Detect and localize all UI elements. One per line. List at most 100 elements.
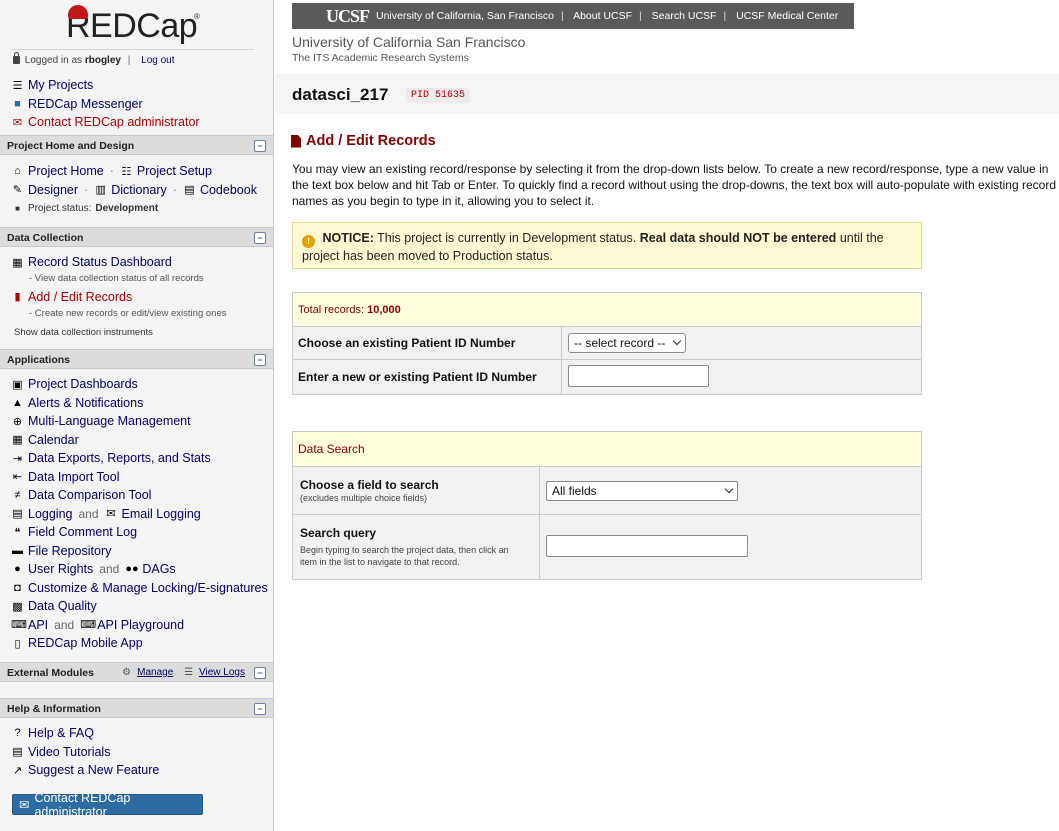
book-icon: ▥ <box>95 184 106 197</box>
institution-subtitle: The ITS Academic Research Systems <box>292 52 469 64</box>
collapse-button[interactable]: − <box>254 232 266 244</box>
video-tutorials-link[interactable]: Video Tutorials <box>28 745 110 759</box>
status-value: Development <box>95 202 159 214</box>
contact-admin-button[interactable]: ✉ Contact REDCap administrator <box>12 791 203 819</box>
and-text: and <box>54 617 75 632</box>
alerts-link[interactable]: Alerts & Notifications <box>28 396 143 410</box>
record-status-dashboard-link[interactable]: Record Status Dashboard <box>28 255 172 269</box>
dictionary-link[interactable]: Dictionary <box>111 183 167 197</box>
suggest-feature-link[interactable]: Suggest a New Feature <box>28 763 159 777</box>
total-records-value: 10,000 <box>367 303 401 316</box>
file-repository-link[interactable]: File Repository <box>28 544 111 558</box>
ucsf-link-search[interactable]: Search UCSF <box>652 10 717 22</box>
project-setup-link[interactable]: Project Setup <box>137 164 212 178</box>
my-projects-label[interactable]: My Projects <box>28 78 93 92</box>
project-title: datasci_217 <box>292 85 389 104</box>
mlm-link[interactable]: Multi-Language Management <box>28 414 191 428</box>
logging-link[interactable]: Logging <box>28 507 73 521</box>
add-edit-records-link[interactable]: Add / Edit Records <box>28 290 132 304</box>
mobile-app-link[interactable]: REDCap Mobile App <box>28 636 143 650</box>
ucsf-link-medical-center[interactable]: UCSF Medical Center <box>736 10 838 22</box>
laptop-icon: ⌨ <box>11 619 27 632</box>
add-edit-subtext: - Create new records or edit/view existi… <box>29 307 227 319</box>
notice-label: NOTICE: <box>322 231 374 245</box>
development-notice: ! NOTICE: This project is currently in D… <box>292 222 922 269</box>
record-id-input[interactable] <box>568 364 709 387</box>
contact-admin-link[interactable]: ✉ Contact REDCap administrator <box>11 113 200 132</box>
calendar-link[interactable]: Calendar <box>28 433 79 447</box>
collapse-button[interactable]: − <box>254 703 266 715</box>
section-title: External Modules <box>7 667 94 679</box>
import-link[interactable]: Data Import Tool <box>28 470 119 484</box>
notice-bold: Real data should NOT be entered <box>639 231 837 245</box>
collapse-button[interactable]: − <box>254 354 266 366</box>
project-dashboards-link[interactable]: Project Dashboards <box>28 377 138 391</box>
dags-link[interactable]: DAGs <box>142 562 175 576</box>
share-icon: ↗ <box>12 764 23 777</box>
field-comment-link[interactable]: Field Comment Log <box>28 525 137 539</box>
record-select[interactable]: -- select record -- <box>568 333 686 353</box>
collapse-button[interactable]: − <box>254 140 266 152</box>
and-text: and <box>99 562 120 577</box>
exports-link[interactable]: Data Exports, Reports, and Stats <box>28 451 211 465</box>
contact-admin-label[interactable]: Contact REDCap administrator <box>28 115 200 129</box>
envelope-icon: ✉ <box>19 798 30 812</box>
enter-record-label: Enter a new or existing Patient ID Numbe… <box>292 359 562 395</box>
user-rights-link[interactable]: User Rights <box>28 562 93 576</box>
messenger-link[interactable]: ■ REDCap Messenger <box>11 95 200 114</box>
project-home-link[interactable]: Project Home <box>28 164 104 178</box>
record-select-value: -- select record -- <box>574 336 666 350</box>
data-quality-link[interactable]: Data Quality <box>28 599 97 613</box>
mail-log-icon: ✉ <box>106 508 116 521</box>
show-instruments-link[interactable]: Show data collection instruments <box>11 320 226 344</box>
section-data-collection: Data Collection − <box>0 227 273 247</box>
choose-record-label: Choose an existing Patient ID Number <box>292 326 562 360</box>
section-help-information: Help & Information − <box>0 698 273 718</box>
divider <box>12 49 254 50</box>
locking-link[interactable]: Customize & Manage Locking/E-signatures <box>28 581 268 595</box>
intro-text: You may view an existing record/response… <box>292 162 1056 208</box>
api-playground-link[interactable]: API Playground <box>97 618 184 632</box>
globe-icon: ⊕ <box>12 415 23 428</box>
ucsf-link-university[interactable]: University of California, San Francisco <box>376 10 554 22</box>
messenger-label[interactable]: REDCap Messenger <box>28 97 143 111</box>
institution-name: University of California San Francisco <box>292 34 526 50</box>
api-link[interactable]: API <box>28 618 48 632</box>
codebook-link[interactable]: Codebook <box>200 183 257 197</box>
view-logs-link[interactable]: View Logs <box>199 667 245 678</box>
bell-icon: ▲ <box>12 396 23 409</box>
help-faq-link[interactable]: Help & FAQ <box>28 726 94 740</box>
manage-link[interactable]: Manage <box>137 667 173 678</box>
search-field-select[interactable]: All fields <box>546 480 738 501</box>
laptop-code-icon: ⌨ <box>80 619 97 632</box>
logo-registered-mark: ® <box>194 12 200 21</box>
my-projects-link[interactable]: ☰ My Projects <box>11 76 200 95</box>
login-prefix: Logged in as <box>24 55 83 66</box>
search-query-input[interactable] <box>546 534 748 557</box>
ucsf-link-about[interactable]: About UCSF <box>573 10 632 22</box>
cubes-icon: ⚙ <box>122 667 132 678</box>
lock-icon: ◘ <box>14 581 21 594</box>
square-icon: ■ <box>15 203 20 213</box>
comparison-link[interactable]: Data Comparison Tool <box>28 488 151 502</box>
contact-admin-button-label: Contact REDCap administrator <box>34 790 131 819</box>
data-search-table: Data Search Choose a field to search (ex… <box>292 431 922 580</box>
logout-link[interactable]: Log out <box>141 55 174 66</box>
ucsf-logo[interactable]: UCSF <box>326 6 370 27</box>
redcap-logo[interactable]: REDCap ® <box>66 5 200 46</box>
chevron-down-icon <box>724 484 734 493</box>
home-icon: ⌂ <box>14 165 21 178</box>
and-text: and <box>78 506 99 521</box>
dashboard-icon: ▣ <box>12 378 23 391</box>
mobile-icon: ▯ <box>14 637 21 650</box>
envelope-icon: ✉ <box>12 116 23 129</box>
top-links: ☰ My Projects ■ REDCap Messenger ✉ Conta… <box>11 76 200 132</box>
designer-link[interactable]: Designer <box>28 183 78 197</box>
film-icon: ▤ <box>12 746 23 759</box>
search-field-hint: (excludes multiple choice fields) <box>300 492 428 503</box>
search-query-cell <box>539 514 922 580</box>
log-icon: ▤ <box>12 508 23 521</box>
email-logging-link[interactable]: Email Logging <box>122 507 201 521</box>
page-title-text: Add / Edit Records <box>306 133 436 149</box>
collapse-button[interactable]: − <box>254 667 266 679</box>
